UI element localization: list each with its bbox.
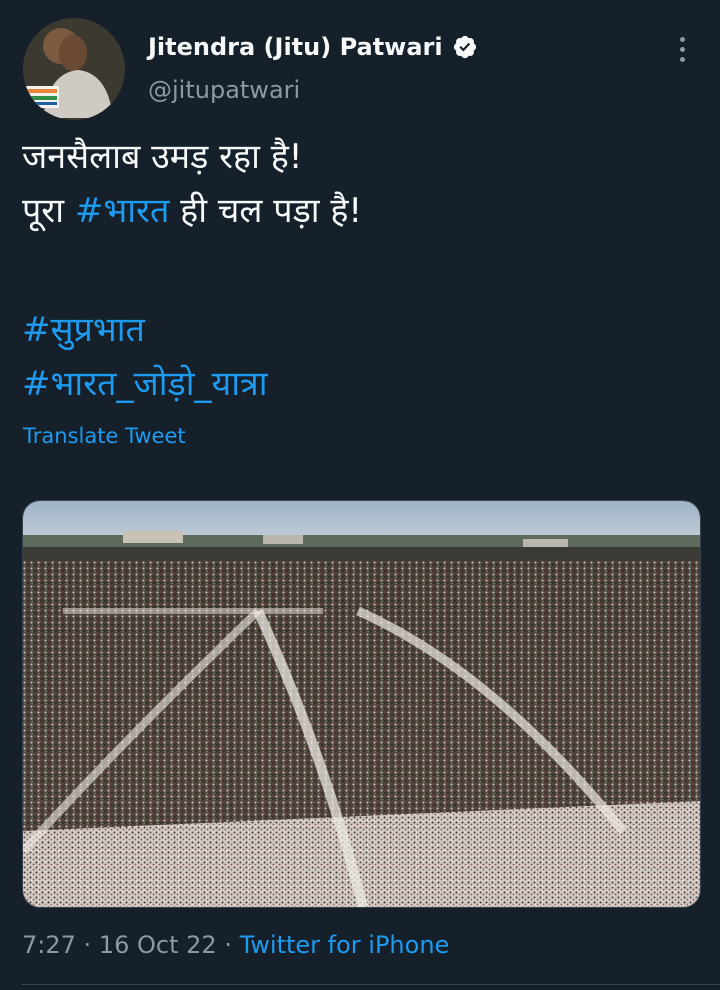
tweet-time[interactable]: 7:27 <box>22 931 76 959</box>
avatar-image <box>23 18 125 120</box>
dot-icon <box>679 46 685 52</box>
dot-icon <box>679 36 685 42</box>
tweet-line-2-prefix: पूरा <box>22 191 75 231</box>
tweet-line-2-suffix: ही चल पड़ा है! <box>169 191 363 231</box>
translate-tweet-link[interactable]: Translate Tweet <box>23 422 186 450</box>
hashtag-bharat-jodo-yatra[interactable]: #भारत_जोड़ो_यात्रा <box>22 357 702 411</box>
tweet-metadata: 7:27 · 16 Oct 22 · Twitter for iPhone <box>22 928 449 962</box>
separator: · <box>224 931 232 959</box>
more-options-icon[interactable] <box>668 32 696 66</box>
divider <box>22 984 720 985</box>
verified-badge-icon <box>452 34 478 60</box>
hashtag-bharat[interactable]: #भारत <box>75 191 169 231</box>
author-avatar[interactable] <box>23 18 125 120</box>
author-handle[interactable]: @jitupatwari <box>148 74 300 106</box>
tweet-media-photo[interactable] <box>22 500 701 908</box>
tweet-line-1: जनसैलाब उमड़ रहा है! <box>22 137 303 177</box>
tweet-text: जनसैलाब उमड़ रहा है! पूरा #भारत ही चल पड… <box>22 130 702 411</box>
hashtag-suprabhat[interactable]: #सुप्रभात <box>22 303 702 357</box>
tweet-line-2: पूरा #भारत ही चल पड़ा है! <box>22 184 702 238</box>
tweet-date[interactable]: 16 Oct 22 <box>99 931 217 959</box>
tweet-source-link[interactable]: Twitter for iPhone <box>240 931 450 959</box>
separator: · <box>83 931 92 959</box>
author-name-row[interactable]: Jitendra (Jitu) Patwari <box>148 30 478 64</box>
crowd-photo <box>23 501 700 907</box>
dot-icon <box>679 56 685 62</box>
author-display-name[interactable]: Jitendra (Jitu) Patwari <box>148 30 443 64</box>
